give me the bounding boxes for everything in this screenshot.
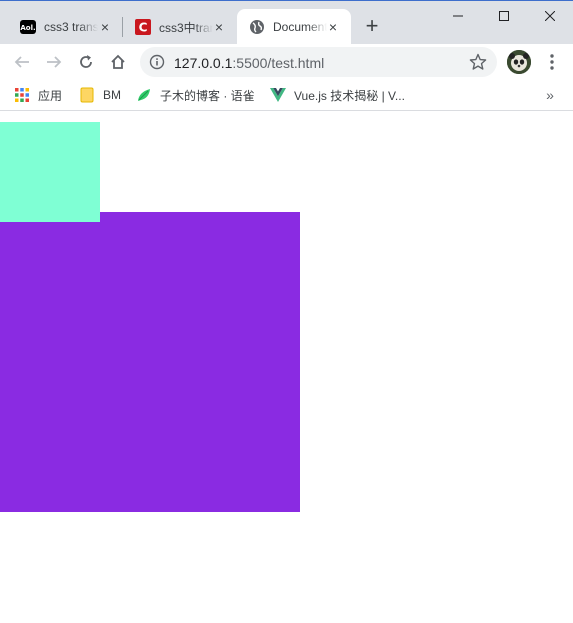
svg-text:C: C [139, 21, 148, 35]
tab-document[interactable]: Document × [237, 9, 351, 45]
forward-button[interactable] [42, 50, 66, 74]
tab-title: css3中transform [159, 20, 213, 35]
maximize-button[interactable] [481, 1, 527, 31]
info-icon[interactable] [149, 54, 165, 70]
tab-css3-transform[interactable]: Aol. css3 transform × [8, 9, 123, 45]
bookmark-yuque[interactable]: 子木的博客 · 语雀 [136, 85, 255, 105]
tab-css3-transform-cn[interactable]: C css3中transform × [123, 9, 237, 45]
aquamarine-box [0, 122, 100, 222]
more-vertical-icon [550, 54, 554, 70]
profile-avatar[interactable] [507, 50, 531, 74]
close-window-icon [545, 11, 555, 21]
bookmark-apps[interactable]: 应用 [14, 85, 62, 105]
close-icon[interactable]: × [211, 19, 227, 35]
bookmark-label: BM [103, 88, 121, 102]
bookmark-label: 应用 [38, 88, 63, 103]
reload-button[interactable] [74, 50, 98, 74]
home-icon [111, 54, 125, 69]
blueviolet-box [0, 212, 300, 512]
aol-icon: Aol. [20, 19, 36, 35]
close-icon[interactable]: × [97, 19, 113, 35]
tab-title: css3 transform [44, 20, 98, 34]
browser-toolbar: 127.0.0.1:5500/test.html [0, 44, 573, 80]
avatar-icon [507, 50, 531, 74]
new-tab-button[interactable]: + [360, 15, 384, 39]
bookmark-label: Vue.js 技术揭秘 | V... [294, 88, 405, 103]
home-button[interactable] [106, 50, 130, 74]
svg-text:Aol.: Aol. [20, 24, 35, 32]
folder-icon [79, 87, 95, 103]
back-button[interactable] [10, 50, 34, 74]
apps-grid-icon [14, 87, 30, 103]
yuque-leaf-icon [136, 87, 152, 103]
close-icon[interactable]: × [325, 19, 341, 35]
minimize-icon [453, 15, 463, 17]
star-icon[interactable] [469, 53, 487, 71]
url-host: 127.0.0.1 [174, 55, 233, 71]
browser-menu-button[interactable] [540, 50, 564, 74]
maximize-icon [499, 11, 509, 21]
bookmarks-overflow-button[interactable]: » [540, 85, 560, 105]
reload-icon [80, 55, 92, 68]
tab-strip: Aol. css3 transform × C css3中transform ×… [0, 0, 573, 45]
bookmark-label: 子木的博客 · 语雀 [160, 88, 255, 103]
url-text: 127.0.0.1:5500/test.html [174, 55, 324, 71]
tab-title: Document [273, 20, 327, 34]
url-path: :5500/test.html [232, 55, 325, 71]
csdn-icon: C [135, 19, 151, 35]
close-window-button[interactable] [527, 1, 573, 31]
page-viewport [0, 112, 573, 623]
globe-icon [249, 19, 265, 35]
bookmark-vuejs[interactable]: Vue.js 技术揭秘 | V... [270, 85, 405, 105]
bookmark-bm-folder[interactable]: BM [79, 85, 121, 105]
arrow-left-icon [14, 56, 29, 68]
vue-logo-icon [270, 87, 286, 103]
arrow-right-icon [47, 56, 62, 68]
address-bar[interactable]: 127.0.0.1:5500/test.html [140, 47, 497, 77]
bookmarks-bar: 应用 BM 子木的博客 · 语雀 Vue.js 技术揭秘 | V... » [0, 80, 573, 111]
minimize-button[interactable] [435, 1, 481, 31]
